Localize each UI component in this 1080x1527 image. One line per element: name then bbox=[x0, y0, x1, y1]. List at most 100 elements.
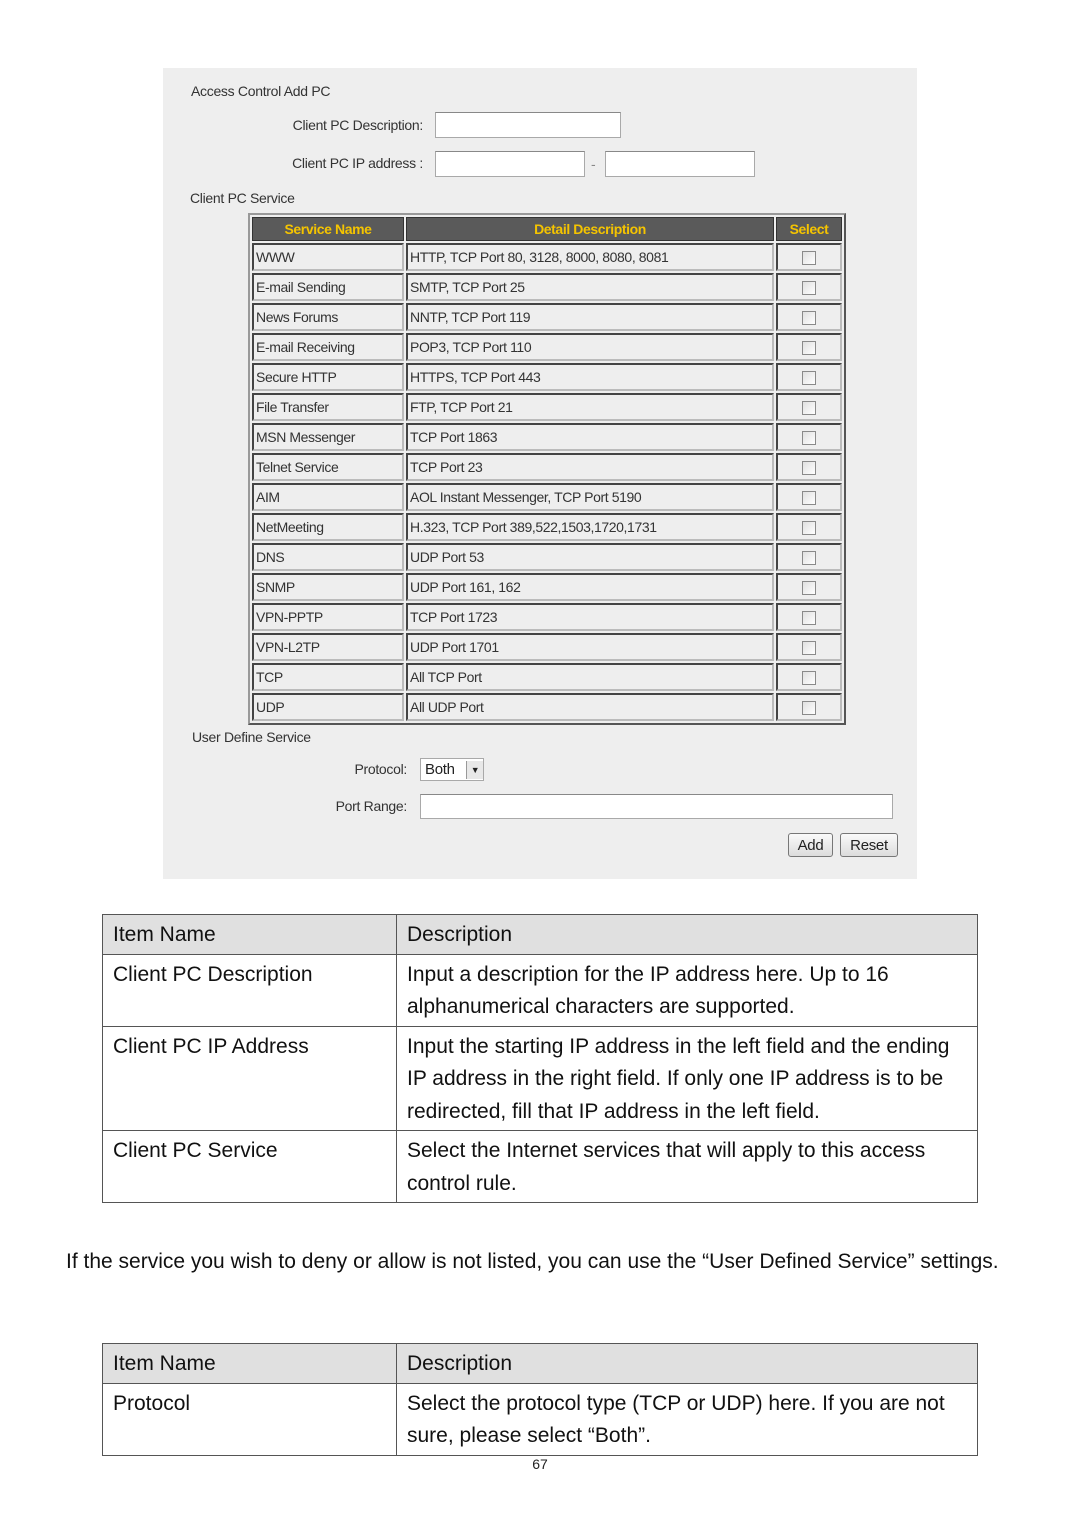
service-select-checkbox[interactable] bbox=[802, 551, 816, 566]
service-select-checkbox[interactable] bbox=[802, 281, 816, 296]
service-select-checkbox[interactable] bbox=[802, 251, 816, 266]
item-description-table-1: Item Name Description Client PC Descript… bbox=[102, 914, 978, 1203]
service-select-checkbox[interactable] bbox=[802, 491, 816, 506]
service-name-cell: SNMP bbox=[252, 573, 404, 601]
service-select-checkbox[interactable] bbox=[802, 641, 816, 656]
port-range-label: Port Range: bbox=[335, 798, 408, 814]
column-header-description: Description bbox=[396, 1343, 978, 1384]
service-row: DNS UDP Port 53 bbox=[252, 543, 842, 571]
client-pc-description-input[interactable] bbox=[435, 112, 621, 138]
service-detail-cell: HTTPS, TCP Port 443 bbox=[406, 363, 774, 391]
user-defined-service-paragraph: If the service you wish to deny or allow… bbox=[66, 1250, 999, 1273]
service-name-cell: News Forums bbox=[252, 303, 404, 331]
service-row: Secure HTTP HTTPS, TCP Port 443 bbox=[252, 363, 842, 391]
service-select-cell bbox=[776, 423, 842, 451]
service-row: MSN Messenger TCP Port 1863 bbox=[252, 423, 842, 451]
item-name-cell: Client PC Description bbox=[102, 953, 397, 1027]
service-detail-cell: UDP Port 1701 bbox=[406, 633, 774, 661]
table-row: Client PC Description Input a descriptio… bbox=[102, 953, 978, 1027]
ip-separator: - bbox=[591, 156, 596, 172]
service-detail-cell: POP3, TCP Port 110 bbox=[406, 333, 774, 361]
service-name-cell: File Transfer bbox=[252, 393, 404, 421]
service-select-cell bbox=[776, 393, 842, 421]
service-row: WWW HTTP, TCP Port 80, 3128, 8000, 8080, … bbox=[252, 243, 842, 271]
table-row: Client PC IP Address Input the starting … bbox=[102, 1025, 978, 1131]
service-row: UDP All UDP Port bbox=[252, 693, 842, 721]
reset-button[interactable]: Reset bbox=[840, 833, 898, 857]
protocol-label: Protocol: bbox=[354, 761, 407, 777]
ip-end-input[interactable] bbox=[605, 151, 755, 177]
service-select-cell bbox=[776, 453, 842, 481]
table-row: Protocol Select the protocol type (TCP o… bbox=[102, 1382, 978, 1456]
panel-title: Access Control Add PC bbox=[191, 83, 331, 99]
service-select-checkbox[interactable] bbox=[802, 461, 816, 476]
service-row: Telnet Service TCP Port 23 bbox=[252, 453, 842, 481]
service-select-cell bbox=[776, 483, 842, 511]
item-name-cell: Client PC IP Address bbox=[102, 1025, 397, 1131]
column-header-service-name: Service Name bbox=[252, 217, 404, 241]
service-name-cell: VPN-L2TP bbox=[252, 633, 404, 661]
service-name-cell: NetMeeting bbox=[252, 513, 404, 541]
service-select-checkbox[interactable] bbox=[802, 671, 816, 686]
service-row: E-mail Sending SMTP, TCP Port 25 bbox=[252, 273, 842, 301]
description-cell: Input a description for the IP address h… bbox=[396, 953, 978, 1027]
service-table: Service Name Detail Description Select W… bbox=[248, 213, 846, 725]
service-select-checkbox[interactable] bbox=[802, 401, 816, 416]
service-select-checkbox[interactable] bbox=[802, 431, 816, 446]
service-detail-cell: NNTP, TCP Port 119 bbox=[406, 303, 774, 331]
service-select-cell bbox=[776, 513, 842, 541]
service-detail-cell: UDP Port 53 bbox=[406, 543, 774, 571]
column-header-description: Description bbox=[396, 914, 978, 955]
column-header-detail-description: Detail Description bbox=[406, 217, 774, 241]
service-select-cell bbox=[776, 273, 842, 301]
add-button[interactable]: Add bbox=[788, 833, 833, 857]
service-detail-cell: TCP Port 23 bbox=[406, 453, 774, 481]
service-name-cell: E-mail Sending bbox=[252, 273, 404, 301]
service-detail-cell: FTP, TCP Port 21 bbox=[406, 393, 774, 421]
service-row: NetMeeting H.323, TCP Port 389,522,1503,1… bbox=[252, 513, 842, 541]
ip-start-input[interactable] bbox=[435, 151, 585, 177]
service-detail-cell: SMTP, TCP Port 25 bbox=[406, 273, 774, 301]
service-select-checkbox[interactable] bbox=[802, 611, 816, 626]
table-header-row: Item Name Description bbox=[102, 914, 978, 955]
service-select-cell bbox=[776, 633, 842, 661]
service-select-checkbox[interactable] bbox=[802, 521, 816, 536]
service-name-cell: DNS bbox=[252, 543, 404, 571]
protocol-select[interactable]: Both ▼ bbox=[420, 758, 484, 781]
service-detail-cell: All TCP Port bbox=[406, 663, 774, 691]
service-row: VPN-PPTP TCP Port 1723 bbox=[252, 603, 842, 631]
column-header-item-name: Item Name bbox=[102, 1343, 397, 1384]
service-detail-cell: AOL Instant Messenger, TCP Port 5190 bbox=[406, 483, 774, 511]
service-select-checkbox[interactable] bbox=[802, 581, 816, 596]
service-select-checkbox[interactable] bbox=[802, 341, 816, 356]
item-name-cell: Client PC Service bbox=[102, 1130, 397, 1203]
service-row: SNMP UDP Port 161, 162 bbox=[252, 573, 842, 601]
service-row: VPN-L2TP UDP Port 1701 bbox=[252, 633, 842, 661]
service-select-checkbox[interactable] bbox=[802, 371, 816, 386]
chevron-down-icon[interactable]: ▼ bbox=[466, 760, 483, 779]
service-detail-cell: H.323, TCP Port 389,522,1503,1720,1731 bbox=[406, 513, 774, 541]
service-select-checkbox[interactable] bbox=[802, 311, 816, 326]
description-cell: Select the protocol type (TCP or UDP) he… bbox=[396, 1382, 978, 1456]
service-select-cell bbox=[776, 303, 842, 331]
service-name-cell: VPN-PPTP bbox=[252, 603, 404, 631]
client-pc-description-label: Client PC Description: bbox=[292, 117, 424, 133]
service-detail-cell: TCP Port 1723 bbox=[406, 603, 774, 631]
service-select-checkbox[interactable] bbox=[802, 701, 816, 716]
service-select-cell bbox=[776, 333, 842, 361]
service-select-cell bbox=[776, 663, 842, 691]
client-pc-ip-label: Client PC IP address : bbox=[292, 155, 423, 171]
service-select-cell bbox=[776, 573, 842, 601]
description-cell: Input the starting IP address in the lef… bbox=[396, 1025, 978, 1131]
service-name-cell: TCP bbox=[252, 663, 404, 691]
service-select-cell bbox=[776, 543, 842, 571]
service-detail-cell: TCP Port 1863 bbox=[406, 423, 774, 451]
service-row: File Transfer FTP, TCP Port 21 bbox=[252, 393, 842, 421]
service-name-cell: E-mail Receiving bbox=[252, 333, 404, 361]
port-range-input[interactable] bbox=[420, 794, 893, 819]
table-header-row: Item Name Description bbox=[102, 1343, 978, 1384]
service-detail-cell: HTTP, TCP Port 80, 3128, 8000, 8080, 808… bbox=[406, 243, 774, 271]
item-name-cell: Protocol bbox=[102, 1382, 397, 1456]
description-cell: Select the Internet services that will a… bbox=[396, 1130, 978, 1203]
service-name-cell: Telnet Service bbox=[252, 453, 404, 481]
